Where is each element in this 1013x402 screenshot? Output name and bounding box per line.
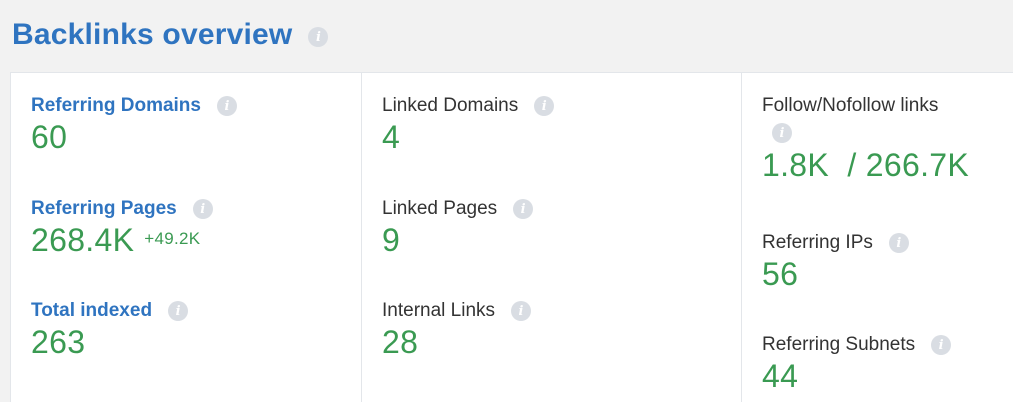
info-icon[interactable]: i — [216, 96, 237, 116]
referring-ips-value: 56 — [762, 256, 799, 292]
internal-links-value: 28 — [382, 324, 419, 360]
metric-total-indexed: Total indexed i 263 — [31, 298, 189, 360]
info-icon[interactable]: i — [534, 96, 555, 116]
metrics-column-linked: Linked Domains i 4 Linked Pages i 9 Inte… — [361, 73, 742, 402]
referring-domains-link[interactable]: Referring Domains — [31, 93, 201, 119]
widget-title: Backlinks overview — [12, 18, 293, 51]
metric-internal-links: Internal Links i 28 — [382, 298, 532, 360]
metric-referring-domains: Referring Domains i 60 — [31, 93, 237, 155]
metric-referring-pages: Referring Pages i 268.4K +49.2K — [31, 196, 213, 258]
linked-domains-label: Linked Domains — [382, 95, 519, 116]
metrics-column-referring: Referring Domains i 60 Referring Pages i… — [11, 73, 361, 402]
follow-nofollow-value: 1.8K / 266.7K — [762, 147, 970, 183]
referring-domains-value: 60 — [31, 119, 68, 155]
metric-linked-domains: Linked Domains i 4 — [382, 93, 555, 155]
info-icon[interactable]: i — [308, 27, 329, 47]
linked-pages-value: 9 — [382, 222, 401, 258]
info-icon[interactable]: i — [931, 335, 952, 355]
linked-pages-label: Linked Pages — [382, 198, 498, 219]
metric-referring-ips: Referring IPs i 56 — [762, 230, 909, 292]
metric-linked-pages: Linked Pages i 9 — [382, 196, 534, 258]
metric-referring-subnets: Referring Subnets i 44 — [762, 332, 952, 394]
referring-ips-label: Referring IPs — [762, 232, 873, 253]
linked-domains-value: 4 — [382, 119, 401, 155]
referring-subnets-label: Referring Subnets — [762, 334, 916, 355]
metric-follow-nofollow: Follow/Nofollow links i 1.8K / 266.7K — [762, 93, 969, 183]
info-icon[interactable]: i — [772, 123, 792, 143]
metrics-panel: Referring Domains i 60 Referring Pages i… — [10, 72, 1013, 402]
total-indexed-value: 263 — [31, 324, 86, 360]
metrics-column-links: Follow/Nofollow links i 1.8K / 266.7K Re… — [741, 73, 1013, 402]
internal-links-label: Internal Links — [382, 300, 496, 321]
referring-pages-value-row: 268.4K +49.2K — [31, 222, 213, 258]
widget-header: Backlinks overview i — [12, 14, 329, 56]
info-icon[interactable]: i — [192, 199, 213, 219]
referring-pages-value: 268.4K — [31, 222, 135, 258]
referring-pages-link[interactable]: Referring Pages — [31, 196, 177, 222]
info-icon[interactable]: i — [168, 301, 189, 321]
referring-pages-delta: +49.2K — [144, 229, 201, 248]
total-indexed-link[interactable]: Total indexed — [31, 298, 152, 324]
follow-nofollow-label: Follow/Nofollow links — [762, 95, 939, 116]
info-icon[interactable]: i — [511, 301, 532, 321]
referring-subnets-value: 44 — [762, 358, 799, 394]
info-icon[interactable]: i — [888, 233, 909, 253]
info-icon[interactable]: i — [513, 199, 534, 219]
